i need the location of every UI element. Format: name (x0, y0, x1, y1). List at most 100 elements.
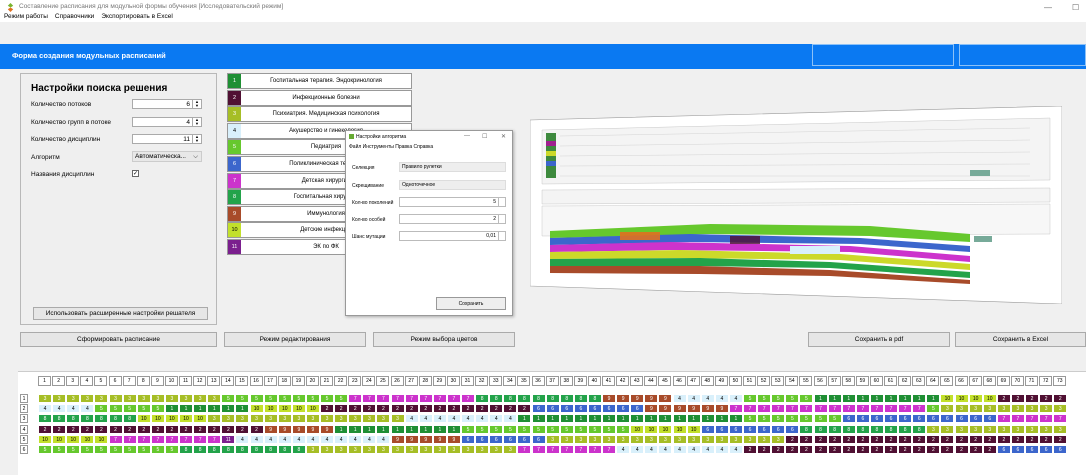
schedule-cell[interactable]: 2 (898, 434, 913, 444)
schedule-cell[interactable]: 2 (1053, 434, 1068, 444)
schedule-cell[interactable]: 7 (587, 445, 602, 454)
schedule-cell[interactable]: 3 (38, 394, 53, 403)
edit-mode-button[interactable]: Режим редактирования (224, 332, 366, 347)
save-excel-button[interactable]: Сохранить в Excel (955, 332, 1086, 347)
schedule-cell[interactable]: 8 (827, 424, 842, 434)
schedule-cell[interactable]: 2 (348, 404, 363, 414)
schedule-cell[interactable]: 5 (122, 404, 137, 414)
schedule-cell[interactable]: 2 (799, 434, 814, 444)
schedule-cell[interactable]: 3 (376, 414, 391, 424)
schedule-cell[interactable]: 2 (207, 424, 222, 434)
schedule-cell[interactable]: 3 (503, 445, 518, 454)
schedule-cell[interactable]: 2 (446, 404, 461, 414)
schedule-cell[interactable]: 7 (855, 404, 870, 414)
schedule-cell[interactable]: 3 (672, 434, 687, 444)
schedule-cell[interactable]: 8 (122, 414, 137, 424)
schedule-cell[interactable]: 2 (841, 434, 856, 444)
schedule-cell[interactable]: 2 (757, 445, 772, 454)
schedule-cell[interactable]: 6 (954, 414, 969, 424)
schedule-cell[interactable]: 3 (179, 394, 194, 403)
schedule-cell[interactable]: 4 (446, 414, 461, 424)
schedule-cell[interactable]: 2 (320, 404, 335, 414)
schedule-cell[interactable]: 3 (968, 424, 983, 434)
schedule-cell[interactable]: 3 (940, 424, 955, 434)
schedule-cell[interactable]: 5 (334, 394, 349, 403)
schedule-cell[interactable]: 5 (94, 445, 109, 454)
schedule-cell[interactable]: 7 (193, 434, 208, 444)
individuals-spinbox[interactable]: 2 (399, 214, 506, 224)
schedule-cell[interactable]: 2 (164, 424, 179, 434)
schedule-cell[interactable]: 4 (38, 404, 53, 414)
schedule-cell[interactable]: 5 (52, 445, 67, 454)
schedule-cell[interactable]: 6 (573, 404, 588, 414)
schedule-cell[interactable]: 5 (743, 414, 758, 424)
schedule-cell[interactable]: 3 (982, 424, 997, 434)
schedule-cell[interactable]: 3 (136, 394, 151, 403)
mutation-spinbox[interactable]: 0,01 (399, 231, 506, 241)
schedule-cell[interactable]: 1 (193, 404, 208, 414)
schedule-cell[interactable]: 5 (122, 445, 137, 454)
schedule-cell[interactable]: 6 (1053, 445, 1068, 454)
schedule-cell[interactable]: 3 (80, 394, 95, 403)
schedule-cell[interactable]: 5 (38, 445, 53, 454)
schedule-cell[interactable]: 9 (320, 424, 335, 434)
crossing-select[interactable]: Одноточечное (399, 180, 506, 190)
schedule-cell[interactable]: 6 (757, 424, 772, 434)
schedule-cell[interactable]: 4 (700, 394, 715, 403)
schedule-cell[interactable]: 1 (545, 414, 560, 424)
schedule-cell[interactable]: 6 (630, 404, 645, 414)
schedule-cell[interactable]: 2 (249, 424, 264, 434)
schedule-cell[interactable]: 2 (884, 445, 899, 454)
schedule-cell[interactable]: 1 (418, 424, 433, 434)
schedule-cell[interactable]: 3 (94, 394, 109, 403)
schedule-cell[interactable]: 1 (869, 394, 884, 403)
schedule-cell[interactable]: 6 (884, 414, 899, 424)
schedule-cell[interactable]: 9 (700, 404, 715, 414)
schedule-cell[interactable]: 5 (66, 445, 81, 454)
schedule-cell[interactable]: 9 (418, 434, 433, 444)
schedule-cell[interactable]: 3 (418, 445, 433, 454)
schedule-cell[interactable]: 8 (898, 424, 913, 434)
schedule-cell[interactable]: 9 (432, 434, 447, 444)
schedule-cell[interactable]: 6 (1039, 445, 1054, 454)
schedule-cell[interactable]: 5 (926, 404, 941, 414)
schedule-cell[interactable]: 6 (700, 424, 715, 434)
schedule-cell[interactable]: 8 (108, 414, 123, 424)
schedule-cell[interactable]: 5 (616, 424, 631, 434)
schedule-cell[interactable]: 2 (884, 434, 899, 444)
schedule-cell[interactable]: 7 (376, 394, 391, 403)
schedule-cell[interactable]: 3 (559, 434, 574, 444)
schedule-cell[interactable]: 8 (263, 445, 278, 454)
schedule-cell[interactable]: 2 (912, 434, 927, 444)
schedule-cell[interactable]: 5 (80, 445, 95, 454)
schedule-cell[interactable]: 1 (179, 404, 194, 414)
schedule-cell[interactable]: 9 (658, 394, 673, 403)
schedule-cell[interactable]: 2 (827, 445, 842, 454)
generations-spinbox[interactable]: 5 (399, 197, 506, 207)
schedule-cell[interactable]: 10 (94, 434, 109, 444)
schedule-cell[interactable]: 4 (714, 445, 729, 454)
schedule-cell[interactable]: 2 (461, 404, 476, 414)
schedule-cell[interactable]: 5 (108, 404, 123, 414)
schedule-cell[interactable]: 6 (616, 404, 631, 414)
schedule-cell[interactable]: 4 (320, 434, 335, 444)
schedule-cell[interactable]: 5 (489, 424, 504, 434)
schedule-cell[interactable]: 2 (517, 404, 532, 414)
schedule-cell[interactable]: 5 (503, 424, 518, 434)
schedule-cell[interactable]: 8 (799, 424, 814, 434)
schedule-cell[interactable]: 4 (616, 445, 631, 454)
schedule-cell[interactable]: 11 (221, 434, 236, 444)
schedule-cell[interactable]: 2 (221, 424, 236, 434)
schedule-cell[interactable]: 7 (461, 394, 476, 403)
schedule-cell[interactable]: 7 (813, 404, 828, 414)
schedule-cell[interactable]: 2 (404, 404, 419, 414)
schedule-cell[interactable]: 3 (954, 424, 969, 434)
schedule-cell[interactable]: 10 (658, 424, 673, 434)
schedule-cell[interactable]: 8 (587, 394, 602, 403)
schedule-cell[interactable]: 5 (517, 424, 532, 434)
schedule-cell[interactable]: 3 (630, 434, 645, 444)
schedule-cell[interactable]: 8 (912, 424, 927, 434)
schedule-cell[interactable]: 2 (912, 445, 927, 454)
schedule-cell[interactable]: 3 (150, 394, 165, 403)
spin-arrows-icon[interactable]: ▲ ▼ (192, 100, 201, 109)
